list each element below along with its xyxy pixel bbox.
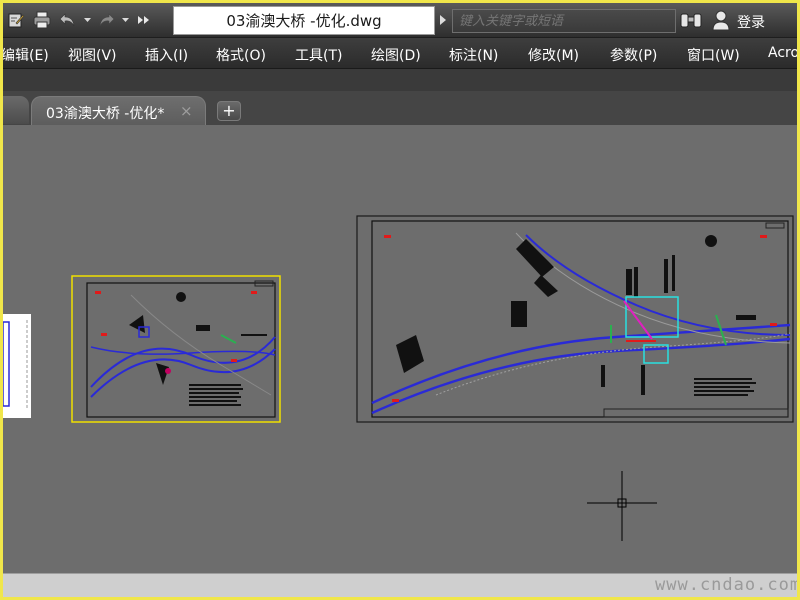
undo-icon[interactable]: [55, 8, 81, 32]
tab-label: 03渝澳大桥 -优化*: [46, 106, 165, 122]
binoculars-icon[interactable]: [679, 11, 703, 31]
menu-edit[interactable]: 编辑(E): [3, 45, 49, 65]
large-viewport[interactable]: [356, 215, 797, 425]
drawing-canvas[interactable]: [3, 125, 797, 573]
undo-dropdown-icon[interactable]: [81, 8, 93, 32]
menu-window[interactable]: 窗口(W): [687, 45, 740, 65]
left-layout-thumbnail[interactable]: [3, 314, 33, 418]
autocad-window: 03渝澳大桥 -优化.dwg 登录 编辑(E) 视图(V) 插入(I) 格式(O…: [3, 3, 797, 597]
search-arrow-icon[interactable]: [438, 12, 448, 28]
search-input[interactable]: [452, 9, 676, 33]
file-tab-bar: 03渝澳大桥 -优化* × +: [3, 91, 797, 125]
menu-acrobat[interactable]: Acro: [768, 45, 797, 61]
login-link[interactable]: 登录: [737, 12, 765, 32]
redo-dropdown-icon[interactable]: [119, 8, 131, 32]
watermark: www.cndao.com: [655, 575, 797, 595]
save-icon[interactable]: [3, 8, 29, 32]
quick-access-toolbar: [3, 7, 157, 33]
print-icon[interactable]: [29, 8, 55, 32]
redo-icon[interactable]: [93, 8, 119, 32]
new-tab-button[interactable]: +: [217, 101, 241, 121]
small-viewport[interactable]: [71, 275, 281, 423]
user-icon[interactable]: [711, 9, 731, 31]
menu-parametric[interactable]: 参数(P): [610, 45, 657, 65]
ribbon-strip: [3, 69, 797, 91]
document-title: 03渝澳大桥 -优化.dwg: [173, 6, 435, 35]
menu-format[interactable]: 格式(O): [216, 45, 266, 65]
menu-insert[interactable]: 插入(I): [145, 45, 188, 65]
menu-modify[interactable]: 修改(M): [528, 45, 579, 65]
title-bar: 03渝澳大桥 -优化.dwg 登录: [3, 3, 797, 38]
more-icon[interactable]: [131, 8, 157, 32]
menu-bar: 编辑(E) 视图(V) 插入(I) 格式(O) 工具(T) 绘图(D) 标注(N…: [3, 38, 797, 69]
menu-view[interactable]: 视图(V): [68, 45, 117, 65]
tab-previous[interactable]: [3, 96, 29, 124]
crosshair-cursor-icon: [587, 471, 657, 541]
tab-document[interactable]: 03渝澳大桥 -优化* ×: [31, 96, 206, 125]
menu-tools[interactable]: 工具(T): [295, 45, 342, 65]
menu-dimension[interactable]: 标注(N): [449, 45, 498, 65]
menu-draw[interactable]: 绘图(D): [371, 45, 421, 65]
close-icon[interactable]: ×: [180, 102, 193, 120]
